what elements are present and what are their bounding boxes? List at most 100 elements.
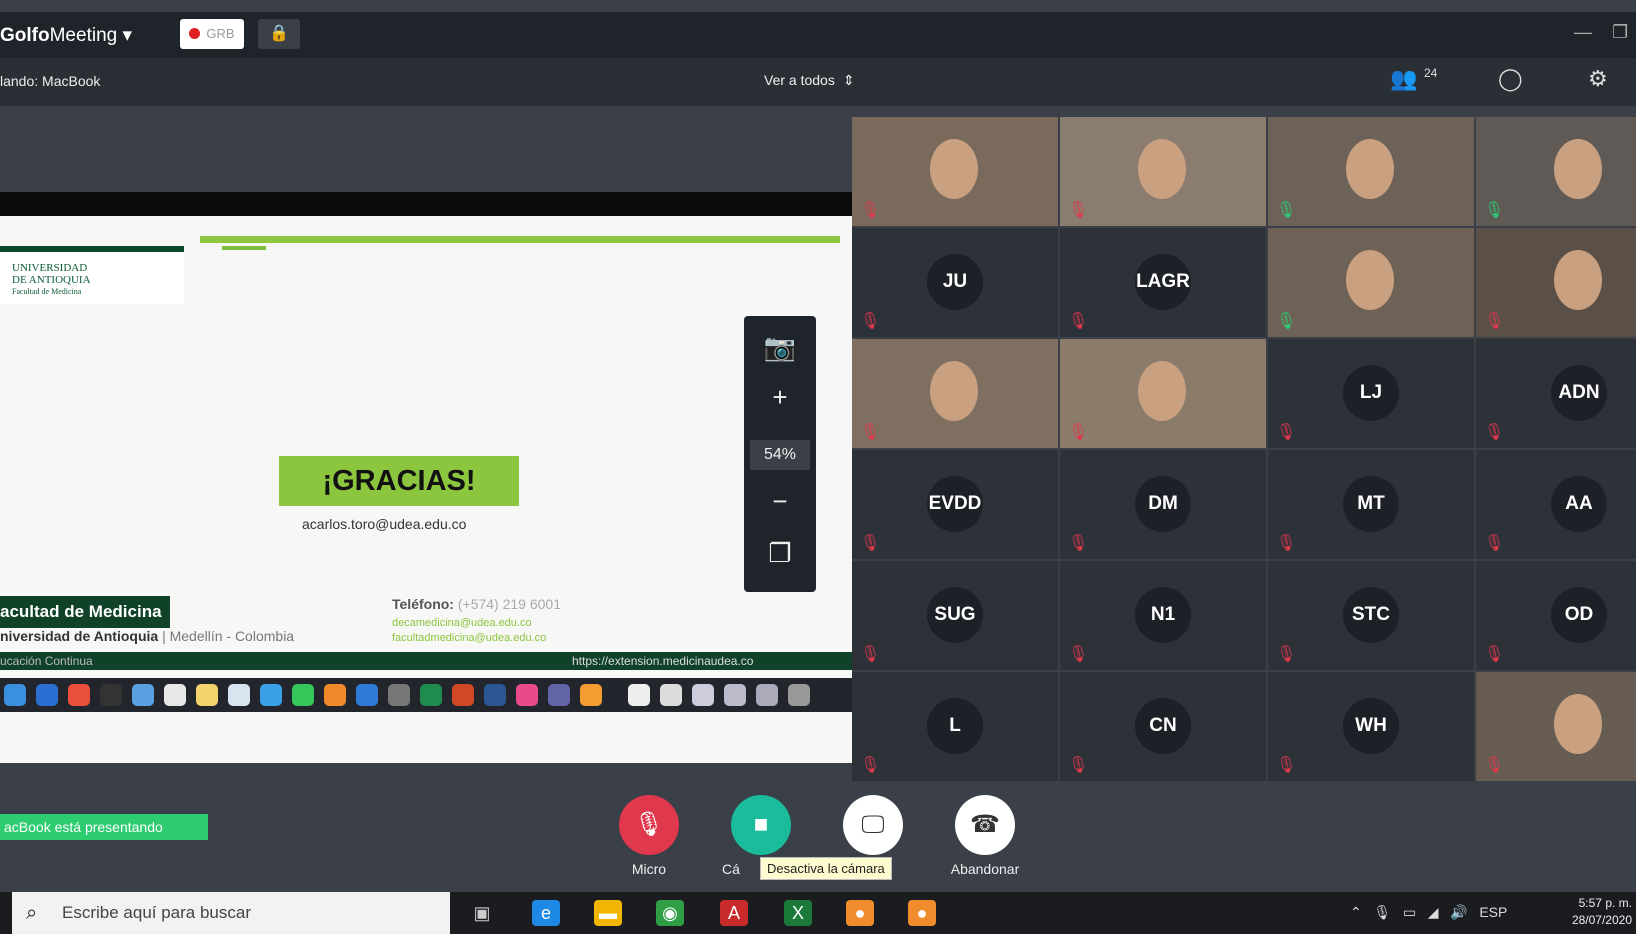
participant-tile[interactable]: AA 🎙	[1476, 450, 1636, 559]
camera-button[interactable]: ■	[731, 795, 791, 855]
chat-button[interactable]: ◯	[1498, 66, 1523, 92]
participant-tile[interactable]: CN 🎙	[1060, 672, 1266, 781]
app-icon[interactable]: ●	[908, 900, 936, 926]
participant-tile[interactable]: WH 🎙	[1268, 672, 1474, 781]
participant-avatar: CN	[1135, 698, 1191, 754]
slide-footer: ucación Continua https://extension.medic…	[0, 652, 852, 670]
participant-tile[interactable]: L 🎙	[852, 672, 1058, 781]
footer-url: https://extension.medicinaudea.co	[572, 654, 754, 668]
share-screen-button[interactable]: 🖵	[843, 795, 903, 855]
university-name: niversidad de Antioquia	[0, 628, 159, 644]
settings-button[interactable]: ⚙	[1588, 66, 1608, 92]
participant-tile[interactable]: STC 🎙	[1268, 561, 1474, 670]
mic-on-icon: 🎙	[1276, 202, 1297, 219]
leave-button[interactable]: ☎	[955, 795, 1015, 855]
participant-tile[interactable]: JU 🎙	[852, 228, 1058, 337]
dock-app-icon	[196, 684, 218, 706]
mic-muted-icon: 🎙	[860, 757, 881, 774]
logo-line-3: Facultad de Medicina	[12, 287, 82, 296]
participant-video	[930, 139, 978, 199]
university-logo: UNIVERSIDAD DE ANTIOQUIA Facultad de Med…	[0, 246, 184, 304]
participant-avatar: JU	[927, 254, 983, 310]
restore-icon[interactable]: ❐	[1612, 22, 1628, 43]
file-explorer-icon[interactable]: ▬	[594, 900, 622, 926]
trash-icon	[788, 684, 810, 706]
mic-muted-icon: 🎙	[1484, 757, 1505, 774]
acrobat-icon[interactable]: A	[720, 900, 748, 926]
zoom-out-icon[interactable]: −	[744, 486, 816, 517]
edge-icon[interactable]: e	[532, 900, 560, 926]
clock[interactable]: 5:57 p. m. 28/07/2020	[1552, 895, 1632, 929]
copy-icon[interactable]: ❐	[744, 538, 816, 569]
battery-icon: ▭	[1402, 904, 1417, 920]
mic-muted-icon: 🎙	[860, 424, 881, 441]
faculty-label: acultad de Medicina	[0, 596, 170, 628]
mic-muted-icon: 🎙	[860, 535, 881, 552]
system-tray[interactable]: ⌃ 🎙 ▭ ◢ 🔊 ESP	[1350, 904, 1507, 921]
mic-muted-icon: 🎙	[1484, 313, 1505, 330]
participant-tile[interactable]: LAGR 🎙	[1060, 228, 1266, 337]
shared-menubar	[0, 192, 852, 216]
contact-email: acarlos.toro@udea.edu.co	[302, 516, 467, 532]
dock-app-icon	[580, 684, 602, 706]
excel-icon[interactable]: X	[784, 900, 812, 926]
participant-grid: 🎙 🎙 🎙 🎙 JU 🎙 LAGR 🎙 🎙 🎙 🎙 🎙 LJ 🎙 ADN 🎙 EVDD 🎙 DM 🎙 MT 🎙 AA 🎙 SUG…	[852, 117, 1636, 789]
zoom-in-icon[interactable]: +	[744, 382, 816, 413]
camera-snapshot-icon[interactable]: 📷	[744, 332, 816, 363]
speaking-indicator: lando: MacBook	[0, 73, 101, 89]
participant-tile[interactable]: N1 🎙	[1060, 561, 1266, 670]
participant-tile[interactable]: 🎙	[1268, 117, 1474, 226]
participant-tile[interactable]: 🎙	[1476, 117, 1636, 226]
chat-bubble-icon: ◯	[1498, 66, 1523, 91]
app-icon[interactable]: ●	[846, 900, 874, 926]
participant-tile[interactable]: 🎙	[1060, 117, 1266, 226]
title-bar: GolfoMeeting ▾ GRB 🔒 — ❐	[0, 12, 1636, 58]
app-brand-menu[interactable]: GolfoMeeting ▾	[0, 24, 132, 47]
participant-tile[interactable]: MT 🎙	[1268, 450, 1474, 559]
mic-muted-icon: 🎙	[1484, 646, 1505, 663]
participant-tile[interactable]: DM 🎙	[1060, 450, 1266, 559]
participant-tile[interactable]: 🎙	[1476, 672, 1636, 781]
chrome-icon[interactable]: ◉	[656, 900, 684, 926]
task-view-icon[interactable]: ▣	[468, 900, 496, 926]
participant-tile[interactable]: 🎙	[852, 117, 1058, 226]
dock-app-icon	[756, 684, 778, 706]
people-icon: 👥	[1390, 66, 1418, 91]
participant-tile[interactable]: SUG 🎙	[852, 561, 1058, 670]
participant-tile[interactable]: LJ 🎙	[1268, 339, 1474, 448]
participant-tile[interactable]: ADN 🎙	[1476, 339, 1636, 448]
record-label: GRB	[206, 26, 235, 41]
participant-tile[interactable]: 🎙	[1476, 228, 1636, 337]
recording-button[interactable]: GRB	[180, 19, 244, 49]
participant-tile[interactable]: 🎙	[852, 339, 1058, 448]
participant-tile[interactable]: 🎙	[1060, 339, 1266, 448]
taskbar-search[interactable]: ⌕ Escribe aquí para buscar	[12, 892, 450, 934]
dock-app-icon	[692, 684, 714, 706]
mute-label: Micro	[631, 861, 667, 877]
participants-button[interactable]: 👥	[1390, 66, 1417, 92]
mute-button[interactable]: 🎙	[619, 795, 679, 855]
participant-avatar: STC	[1343, 587, 1399, 643]
dock-app-icon	[356, 684, 378, 706]
thanks-banner: ¡GRACIAS!	[279, 456, 519, 506]
lock-icon: 🔒	[269, 25, 289, 42]
record-dot-icon	[189, 28, 201, 39]
minimize-icon[interactable]: —	[1574, 22, 1592, 43]
dock-app-icon	[484, 684, 506, 706]
chevron-down-icon: ▾	[122, 25, 133, 46]
dock-app-icon	[724, 684, 746, 706]
city-label: | Medellín - Colombia	[162, 628, 295, 644]
logo-line-1: UNIVERSIDAD	[12, 262, 88, 274]
view-mode-select[interactable]: Ver a todos ⇕	[764, 72, 855, 89]
participant-avatar: AA	[1551, 476, 1607, 532]
mail-1: decamedicina@udea.edu.co	[392, 617, 532, 629]
mic-on-icon: 🎙	[1276, 313, 1297, 330]
dock-app-icon	[516, 684, 538, 706]
participant-tile[interactable]: 🎙	[1268, 228, 1474, 337]
mic-muted-icon: 🎙	[1068, 424, 1089, 441]
participant-tile[interactable]: EVDD 🎙	[852, 450, 1058, 559]
hang-up-icon: ☎	[970, 811, 1000, 838]
participant-video	[1138, 361, 1186, 421]
lock-button[interactable]: 🔒	[258, 19, 300, 49]
participant-tile[interactable]: OD 🎙	[1476, 561, 1636, 670]
